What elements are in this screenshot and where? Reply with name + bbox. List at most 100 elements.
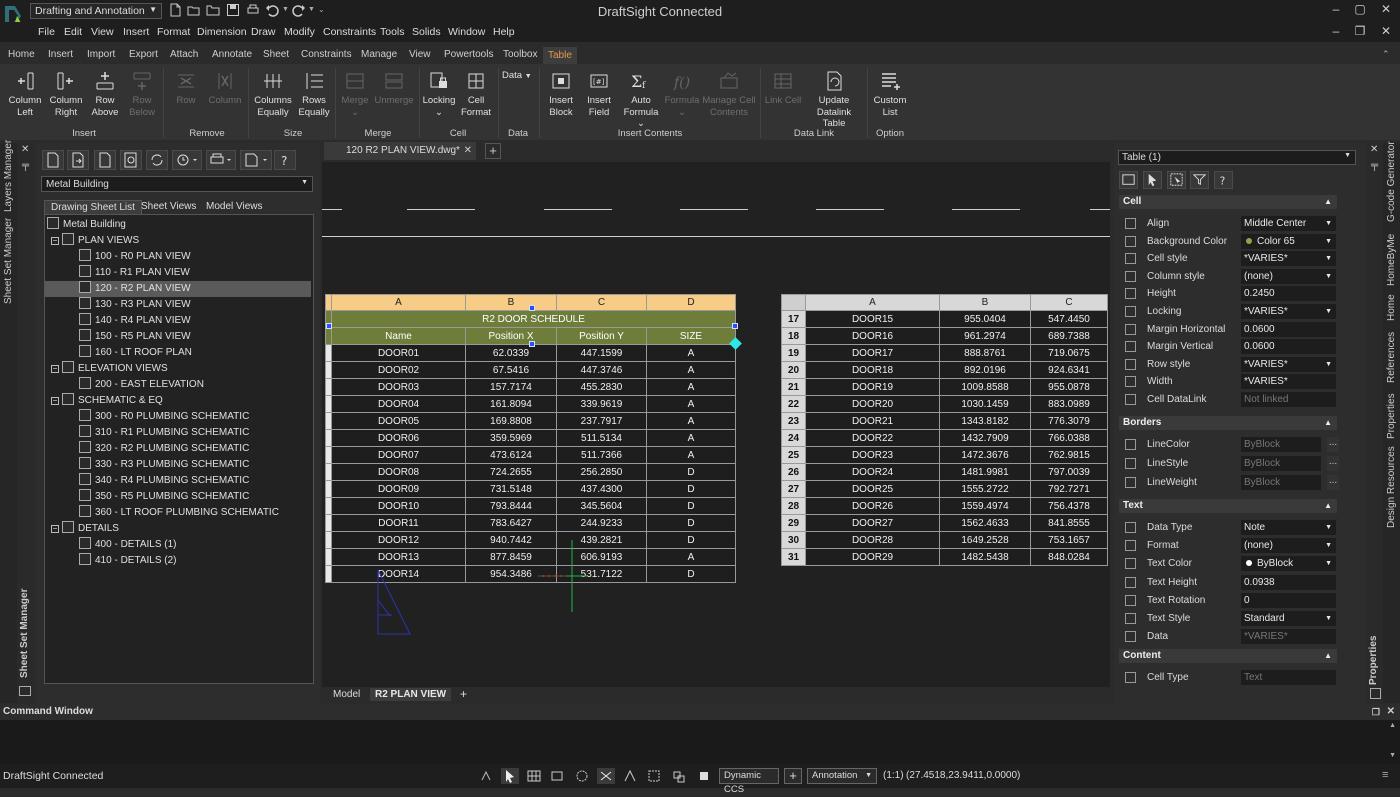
formula-button[interactable]: f() Formula ⌄ [664, 64, 700, 118]
table-cell[interactable]: DOOR17 [805, 344, 940, 362]
table-cell[interactable]: D [646, 565, 736, 583]
table-cell[interactable]: 237.7917 [556, 412, 647, 430]
section-borders[interactable]: Borders ▲ [1119, 416, 1337, 430]
table-cell[interactable]: DOOR26 [805, 497, 940, 515]
home-tab[interactable]: Home [1386, 294, 1397, 321]
table-cell[interactable]: 339.9619 [556, 395, 647, 413]
tree-sheet-item[interactable]: 130 - R3 PLAN VIEW [79, 297, 191, 313]
table-cell[interactable]: D [646, 463, 736, 481]
rows-equally-button[interactable]: Rows Equally [296, 64, 332, 118]
column-header[interactable]: Name [331, 327, 466, 345]
table-cell[interactable]: 753.1657 [1030, 531, 1108, 549]
undo-dropdown-icon[interactable]: ▼ [282, 6, 289, 13]
collapse-icon[interactable]: − [51, 397, 59, 405]
tree-group[interactable]: − ELEVATION VIEWS [51, 361, 168, 377]
new-file-icon[interactable] [168, 3, 182, 17]
open-file-icon[interactable] [187, 3, 201, 17]
table-cell[interactable]: 731.5148 [465, 480, 557, 498]
tree-sheet-item[interactable]: 360 - LT ROOF PLUMBING SCHEMATIC [79, 505, 279, 521]
property-value[interactable]: ByBlock [1241, 437, 1321, 452]
property-value[interactable]: *VARIES* ▼ [1241, 304, 1336, 319]
col-letter[interactable]: A [331, 294, 466, 311]
table-cell[interactable]: 157.7174 [465, 378, 557, 396]
table-cell[interactable]: 455.2830 [556, 378, 647, 396]
table-cell[interactable]: 955.0878 [1030, 378, 1108, 396]
table-cell[interactable]: 792.7271 [1030, 480, 1108, 498]
table-cell[interactable]: DOOR03 [331, 378, 466, 396]
property-value[interactable]: ByBlock [1241, 475, 1321, 490]
property-value[interactable]: ByBlock ▼ [1241, 556, 1336, 572]
manage-cell-contents-button[interactable]: Manage Cell Contents [702, 64, 756, 118]
references-tab[interactable]: References [1386, 332, 1397, 383]
collapse-icon[interactable]: ▲ [1324, 499, 1332, 513]
tab-view[interactable]: View [409, 49, 431, 60]
menu-constraints[interactable]: Constraints [323, 26, 376, 38]
close-tab-icon[interactable]: ✕ [464, 142, 472, 160]
redo-icon[interactable] [292, 3, 306, 17]
column-right-button[interactable]: Column Right [46, 64, 86, 118]
tab-export[interactable]: Export [129, 49, 158, 60]
tree-root[interactable]: Metal Building [47, 217, 126, 233]
doc-close-icon[interactable]: ✕ [1376, 24, 1396, 42]
tree-sheet-item[interactable]: 340 - R4 PLUMBING SCHEMATIC [79, 473, 249, 489]
table-cell[interactable]: 892.0196 [939, 361, 1031, 379]
table-cell[interactable]: 961.2974 [939, 327, 1031, 345]
col-letter[interactable]: B [465, 294, 557, 311]
lineweight-icon[interactable] [645, 768, 663, 784]
open-folder-icon[interactable] [206, 3, 220, 17]
tree-sheet-item[interactable]: 350 - R5 PLUMBING SCHEMATIC [79, 489, 249, 505]
g-code-generator-tab[interactable]: G-code Generator [1386, 141, 1397, 222]
tab-powertools[interactable]: Powertools [444, 49, 493, 60]
tree-sheet-item[interactable]: 330 - R3 PLUMBING SCHEMATIC [79, 457, 249, 473]
insert-field-button[interactable]: [#] Insert Field [582, 64, 616, 118]
tab-model-views[interactable]: Model Views [200, 200, 269, 214]
column-left-button[interactable]: Column Left [6, 64, 44, 118]
row-number[interactable]: 19 [781, 344, 806, 362]
annotation-select[interactable]: Annotation ▼ [807, 768, 877, 784]
document-tab[interactable]: 120 R2 PLAN VIEW.dwg* ✕ [324, 142, 476, 160]
panel-close-icon[interactable]: ✕ [1370, 144, 1378, 155]
table-cell[interactable]: DOOR05 [331, 412, 466, 430]
menu-solids[interactable]: Solids [412, 26, 441, 38]
columns-equally-button[interactable]: Columns Equally [252, 64, 294, 118]
table-cell[interactable]: A [646, 395, 736, 413]
selection-select[interactable]: Table (1) ▼ [1118, 150, 1356, 165]
tree-sheet-item[interactable]: 120 - R2 PLAN VIEW [45, 281, 311, 297]
sheet-settings-button[interactable] [94, 150, 116, 170]
auto-formula-button[interactable]: Σf Auto Formula ⌄ [620, 64, 662, 130]
collapse-icon[interactable]: ▲ [1324, 649, 1332, 663]
menu-tools[interactable]: Tools [380, 26, 405, 38]
tab-annotate[interactable]: Annotate [212, 49, 252, 60]
property-value[interactable]: *VARIES* ▼ [1241, 251, 1336, 267]
table-cell[interactable]: DOOR10 [331, 497, 466, 515]
help-button[interactable]: ? [274, 150, 296, 170]
column-header[interactable]: Position X [465, 327, 557, 345]
publish-button[interactable] [206, 150, 236, 170]
close-icon[interactable]: ✕ [1376, 2, 1396, 20]
table-cell[interactable]: 1555.2722 [939, 480, 1031, 498]
section-text[interactable]: Text ▲ [1119, 499, 1337, 513]
link-cell-button[interactable]: Link Cell [764, 64, 802, 107]
tree-sheet-item[interactable]: 160 - LT ROOF PLAN [79, 345, 192, 361]
tab-table[interactable]: Table [543, 47, 577, 64]
table-cell[interactable]: 883.0989 [1030, 395, 1108, 413]
filter-button[interactable] [1190, 171, 1209, 189]
maximize-icon[interactable]: ▢ [1350, 2, 1370, 20]
row-below-button[interactable]: Row Below [125, 64, 159, 118]
scroll-up-icon[interactable]: ▲ [1389, 722, 1396, 729]
grid-icon[interactable] [525, 768, 543, 784]
table-cell[interactable]: DOOR27 [805, 514, 940, 532]
save-icon[interactable] [226, 3, 240, 17]
property-value[interactable]: Not linked [1241, 392, 1336, 407]
col-letter[interactable]: B [939, 294, 1031, 311]
section-content[interactable]: Content ▲ [1119, 649, 1337, 663]
doc-minimize-icon[interactable]: – [1326, 24, 1346, 42]
menu-insert[interactable]: Insert [123, 26, 149, 38]
row-number[interactable]: 23 [781, 412, 806, 430]
panel-close-icon[interactable]: ✕ [21, 144, 29, 155]
add-layout-button[interactable]: + [455, 688, 472, 701]
tree-sheet-item[interactable]: 100 - R0 PLAN VIEW [79, 249, 191, 265]
table-cell[interactable]: DOOR16 [805, 327, 940, 345]
table-cell[interactable]: DOOR28 [805, 531, 940, 549]
design-resources-tab[interactable]: Design Resources [1386, 446, 1397, 528]
